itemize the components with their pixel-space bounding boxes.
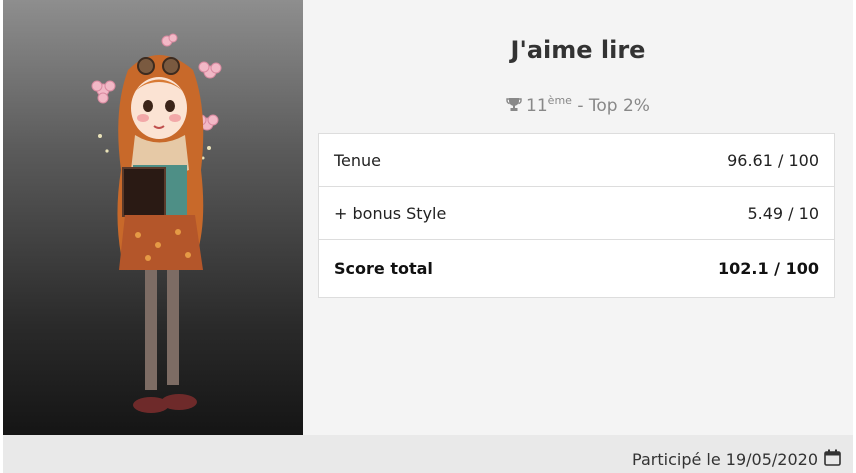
tenue-label: Tenue <box>334 150 382 170</box>
total-value: 102.1 / 100 <box>587 239 835 298</box>
participation-date: Participé le 19/05/2020 <box>632 449 841 470</box>
avatar-panel <box>3 0 303 435</box>
bonus-label: + bonus Style <box>318 186 588 240</box>
contest-title: J'aime lire <box>510 36 646 64</box>
score-row-bonus: + bonus Style 5.49 / 10 <box>318 186 835 240</box>
calendar-icon <box>824 449 841 470</box>
total-label: Score total <box>318 239 588 298</box>
rank-suffix: ème <box>547 94 572 107</box>
score-row-total: Score total 102.1 / 100 <box>318 239 835 298</box>
rank-line: 11ème - Top 2% <box>303 94 853 117</box>
avatar-illustration <box>91 33 222 413</box>
trophy-icon <box>506 97 522 117</box>
tenue-value: 96.61 / 100 <box>727 150 819 170</box>
score-row-tenue: Tenue 96.61 / 100 <box>319 134 835 187</box>
result-content: J'aime lire 11ème - Top 2% Tenue 96.61 /… <box>303 0 853 435</box>
rank-top: - Top 2% <box>571 96 650 116</box>
bonus-value: 5.49 / 10 <box>587 186 835 240</box>
score-table: Tenue 96.61 / 100 + bonus Style 5.49 / 1… <box>318 133 835 298</box>
contest-result-card: J'aime lire 11ème - Top 2% Tenue 96.61 /… <box>3 0 853 473</box>
rank-position: 11 <box>526 96 548 116</box>
participation-date-text: Participé le 19/05/2020 <box>632 450 818 469</box>
card-footer: Participé le 19/05/2020 <box>3 435 853 473</box>
